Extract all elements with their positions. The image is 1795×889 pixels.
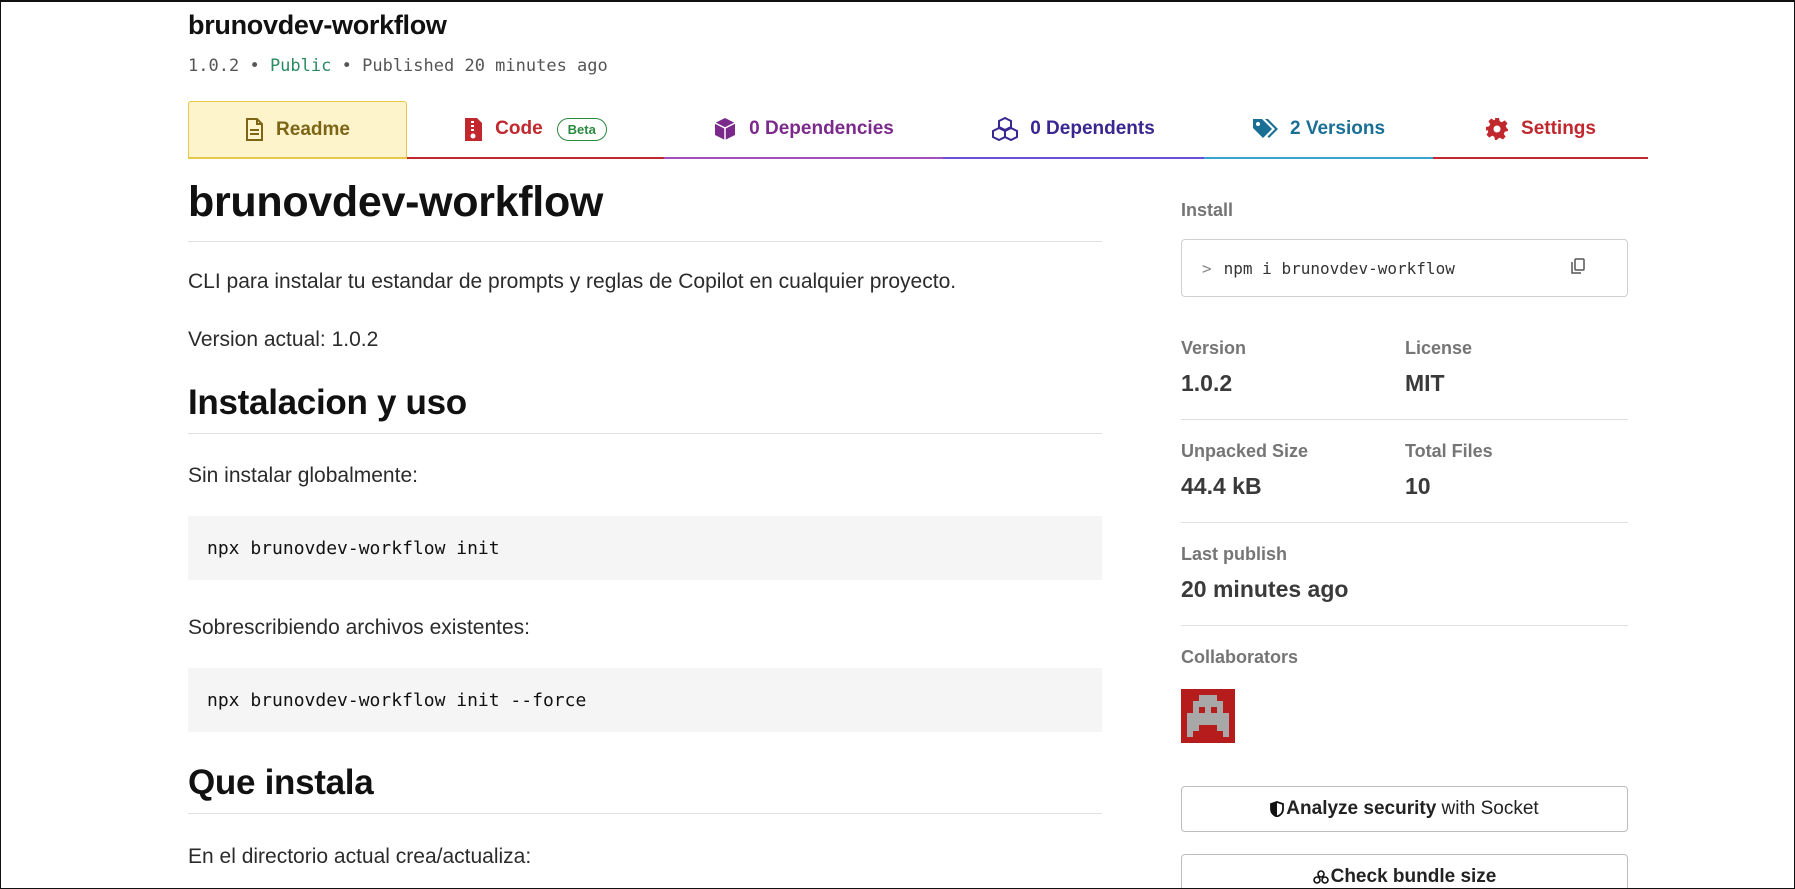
tab-versions[interactable]: 2 Versions [1204, 101, 1433, 159]
analyze-security-button[interactable]: Analyze security with Socket [1181, 786, 1628, 832]
collaborator-avatar[interactable] [1181, 689, 1235, 743]
tab-dependencies-label: 0 Dependencies [749, 118, 894, 139]
bundle-icon [1312, 870, 1329, 884]
readme-content: brunovdev-workflow CLI para instalar tu … [188, 178, 1102, 868]
code-block[interactable]: npx brunovdev-workflow init [188, 516, 1102, 580]
code-file-icon [464, 117, 483, 142]
meta-separator: • [341, 56, 352, 76]
tab-dependents[interactable]: 0 Dependents [943, 101, 1204, 159]
box-icon [713, 117, 737, 141]
unpacked-size-value: 44.4 kB [1181, 473, 1262, 499]
visibility-label: Public [269, 56, 332, 76]
tab-dependents-label: 0 Dependents [1030, 118, 1155, 139]
unpacked-size-label: Unpacked Size [1181, 441, 1309, 461]
tab-code[interactable]: Code Beta [407, 101, 664, 159]
socket-bold-label: Analyze security [1286, 798, 1437, 819]
readme-version-line: Version actual: 1.0.2 [188, 328, 379, 351]
tab-settings[interactable]: Settings [1433, 101, 1648, 159]
check-bundle-size-button[interactable]: Check bundle size [1181, 854, 1628, 888]
socket-label: with Socket [1436, 798, 1539, 819]
total-files-value: 10 [1405, 473, 1431, 499]
tab-readme[interactable]: Readme [188, 101, 407, 159]
last-publish-label: Last publish [1181, 544, 1288, 564]
version-value: 1.0.2 [1181, 370, 1233, 396]
last-publish-value: 20 minutes ago [1181, 576, 1349, 602]
tab-settings-label: Settings [1521, 118, 1596, 139]
tab-readme-label: Readme [276, 118, 350, 140]
browser-frame: brunovdev-workflow 1.0.2 • Public • Publ… [0, 0, 1795, 889]
bundle-label: Check bundle size [1330, 866, 1497, 887]
tab-versions-label: 2 Versions [1289, 118, 1386, 139]
install-command: npm i brunovdev-workflow [1223, 258, 1455, 278]
collaborators-label: Collaborators [1181, 647, 1299, 667]
readme-description: CLI para instalar tu estandar de prompts… [188, 270, 957, 293]
gear-icon [1485, 117, 1509, 141]
readme-paragraph: Sin instalar globalmente: [188, 464, 418, 487]
install-command-box[interactable]: > npm i brunovdev-workflow [1181, 239, 1628, 297]
code-block[interactable]: npx brunovdev-workflow init --force [188, 668, 1102, 732]
package-header: brunovdev-workflow [188, 10, 447, 41]
copy-icon[interactable] [1571, 258, 1585, 275]
install-label: Install [1181, 200, 1234, 220]
meta-separator: • [249, 56, 260, 76]
package-title: brunovdev-workflow [188, 10, 447, 40]
tab-dependencies[interactable]: 0 Dependencies [664, 101, 943, 159]
readme-paragraph: En el directorio actual crea/actualiza: [188, 845, 532, 868]
tags-icon [1252, 118, 1278, 140]
document-icon [245, 117, 264, 142]
license-label: License [1405, 338, 1473, 358]
package-meta: 1.0.2 • Public • Published 20 minutes ag… [188, 56, 608, 76]
readme-title: brunovdev-workflow [188, 178, 1102, 242]
version-label: Version [1181, 338, 1247, 358]
total-files-label: Total Files [1405, 441, 1493, 461]
tab-code-label: Code [495, 118, 543, 139]
section-heading-what-installs: Que instala [188, 763, 1102, 814]
divider [1181, 419, 1628, 420]
section-heading-installation: Instalacion y uso [188, 383, 1102, 434]
published-label: Published 20 minutes ago [362, 56, 608, 76]
readme-paragraph: Sobrescribiendo archivos existentes: [188, 616, 531, 639]
package-version: 1.0.2 [188, 56, 240, 76]
shield-icon [1270, 801, 1285, 817]
beta-badge: Beta [556, 117, 607, 141]
divider [1181, 625, 1628, 626]
boxes-icon [992, 117, 1019, 141]
prompt-icon: > [1202, 258, 1212, 278]
license-value: MIT [1405, 370, 1445, 396]
package-tabs: Readme Code Beta 0 Dependencies 0 Depend… [188, 101, 1648, 159]
divider [1181, 522, 1628, 523]
